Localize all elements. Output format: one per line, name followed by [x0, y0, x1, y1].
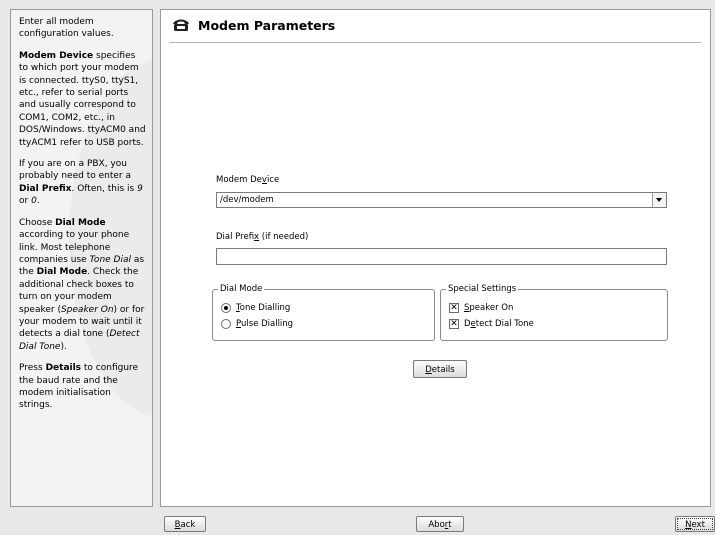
- label-text: Abo: [428, 520, 445, 530]
- label-text: Dial Prefi: [216, 232, 255, 242]
- chevron-down-icon[interactable]: [652, 193, 666, 207]
- pulse-dialling-option[interactable]: Pulse Dialling: [221, 319, 293, 329]
- help-paragraph: Choose Dial Mode according to your phone…: [19, 217, 146, 353]
- special-settings-title: Special Settings: [446, 284, 519, 294]
- help-text-run: or: [19, 196, 32, 207]
- help-term: Dial Prefix: [19, 183, 72, 194]
- modem-device-label: Modem Device: [216, 175, 279, 185]
- modem-device-value[interactable]: /dev/modem: [220, 195, 274, 205]
- label-text: tect Dial Tone: [475, 319, 534, 329]
- dial-mode-title: Dial Mode: [218, 284, 265, 294]
- page-title: Modem Parameters: [198, 17, 336, 33]
- help-term: Dial Mode: [36, 267, 88, 278]
- page-header: Modem Parameters: [172, 15, 335, 35]
- help-text-run: .: [36, 196, 40, 207]
- help-text: Enter all modem configuration values. Mo…: [11, 10, 152, 412]
- label-text: t: [448, 520, 452, 530]
- help-intro: Enter all modem configuration values.: [19, 17, 114, 40]
- label-text: ice: [266, 175, 280, 185]
- pulse-dialling-label[interactable]: Pulse Dialling: [236, 319, 293, 329]
- pulse-dialling-radio[interactable]: [221, 319, 231, 329]
- help-text-run: ).: [60, 341, 67, 352]
- label-text: peaker On: [469, 303, 514, 313]
- help-emphasis: Tone Dial: [89, 254, 131, 265]
- help-text-run: specifies to which port your modem is co…: [19, 50, 146, 148]
- dial-prefix-input[interactable]: [216, 248, 667, 265]
- help-paragraph: Press Details to configure the baud rate…: [19, 362, 146, 412]
- modem-icon: [173, 19, 189, 31]
- help-paragraph: Modem Device specifies to which port you…: [19, 50, 146, 149]
- help-emphasis: 9: [137, 183, 143, 194]
- special-settings-group: Special Settings ✕ Speaker On ✕ Detect D…: [440, 284, 668, 341]
- label-text: ack: [180, 520, 196, 530]
- dial-prefix-label: Dial Prefix (if needed): [216, 232, 308, 242]
- help-text-run: If you are on a PBX, you probably need t…: [19, 159, 131, 182]
- help-term: Dial Mode: [55, 217, 106, 228]
- speaker-on-checkbox[interactable]: ✕: [449, 303, 459, 313]
- dial-mode-group: Dial Mode Tone Dialling Pulse Dialling: [212, 284, 435, 341]
- help-term: Modem Device: [19, 50, 94, 61]
- speaker-on-label[interactable]: Speaker On: [464, 303, 513, 313]
- detect-dial-tone-checkbox[interactable]: ✕: [449, 319, 459, 329]
- speaker-on-option[interactable]: ✕ Speaker On: [449, 303, 513, 313]
- modem-device-combo[interactable]: /dev/modem: [216, 192, 667, 208]
- help-term: Details: [45, 363, 82, 374]
- details-button[interactable]: Details: [413, 360, 467, 378]
- label-text: (if needed): [259, 232, 309, 242]
- help-paragraph: If you are on a PBX, you probably need t…: [19, 158, 146, 208]
- label-text: one Dialling: [239, 303, 291, 313]
- title-separator: [169, 42, 701, 43]
- tone-dialling-radio[interactable]: [221, 303, 231, 313]
- back-button[interactable]: Back: [164, 516, 206, 532]
- detect-dial-tone-option[interactable]: ✕ Detect Dial Tone: [449, 319, 534, 329]
- tone-dialling-label[interactable]: Tone Dialling: [236, 303, 290, 313]
- abort-button[interactable]: Abort: [416, 516, 464, 532]
- help-text-run: Press: [19, 363, 46, 374]
- content-panel: Modem Parameters Modem Device /dev/modem…: [160, 9, 711, 507]
- label-text: ulse Dialling: [240, 319, 294, 329]
- label-text: etails: [431, 365, 455, 375]
- help-text-run: Choose: [19, 217, 56, 228]
- help-emphasis: Speaker On: [60, 304, 114, 315]
- help-panel: Enter all modem configuration values. Mo…: [10, 9, 153, 507]
- next-button[interactable]: Next: [675, 516, 715, 532]
- tone-dialling-option[interactable]: Tone Dialling: [221, 303, 290, 313]
- help-paragraph: Enter all modem configuration values.: [19, 16, 146, 41]
- label-text: ext: [691, 520, 705, 530]
- help-text-run: . Often, this is: [71, 183, 138, 194]
- label-text: Modem De: [216, 175, 262, 185]
- detect-dial-tone-label[interactable]: Detect Dial Tone: [464, 319, 534, 329]
